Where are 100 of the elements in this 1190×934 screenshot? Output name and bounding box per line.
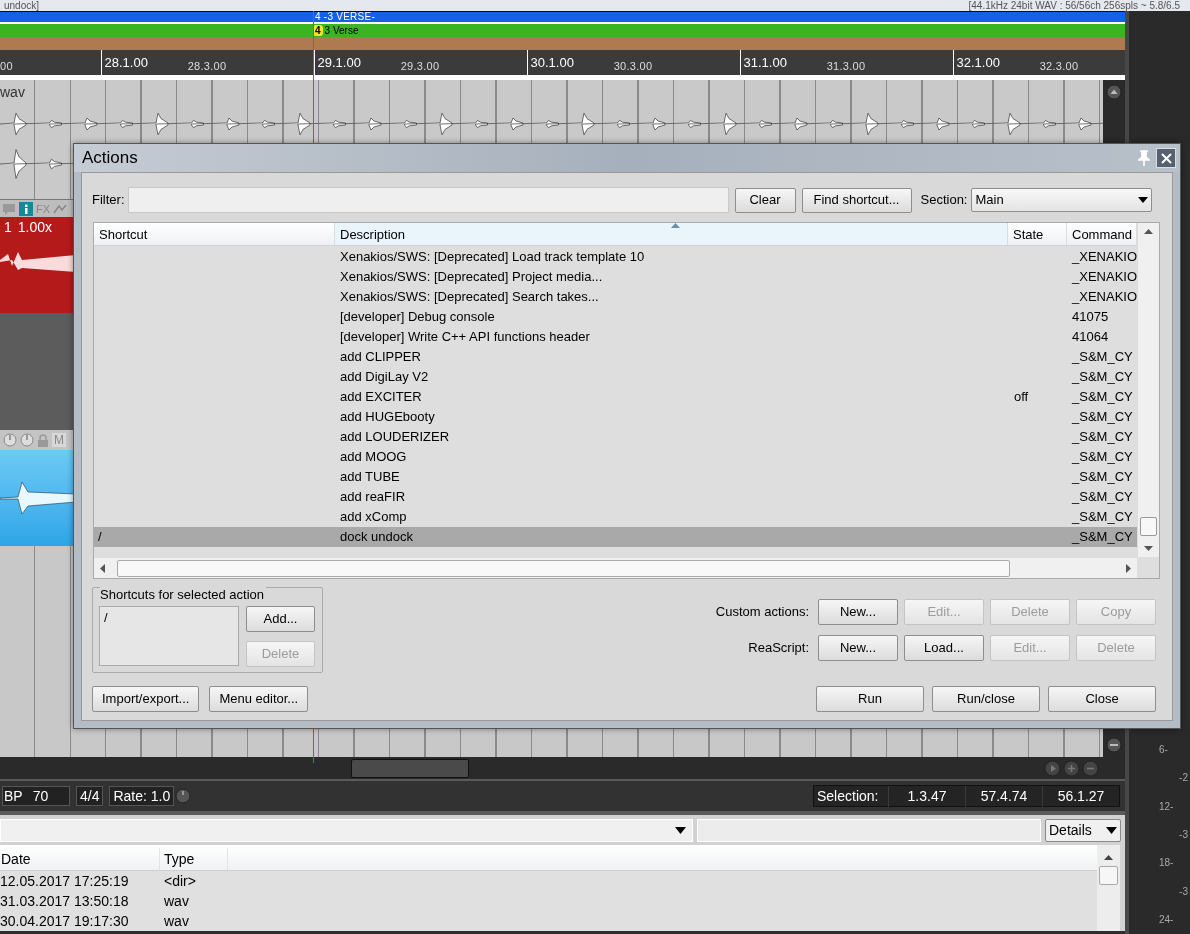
add-button[interactable]: Add... (246, 606, 315, 632)
table-cell: _S&M_CY (1072, 489, 1133, 505)
zoom-in-icon[interactable] (1063, 759, 1080, 777)
column-header[interactable]: Date (0, 848, 160, 870)
filter-field[interactable] (127, 187, 729, 213)
knob-icon[interactable] (20, 433, 34, 447)
close-button[interactable]: Close (1048, 686, 1156, 712)
table-cell: _S&M_CY (1072, 429, 1133, 445)
scroll-down-icon[interactable] (1144, 546, 1153, 551)
import-export-button[interactable]: Import/export... (92, 686, 200, 712)
scroll-thumb[interactable] (1099, 866, 1118, 885)
load-button[interactable]: Load... (904, 635, 984, 661)
table-cell: 41075 (1072, 309, 1109, 325)
section-dropdown[interactable]: Main (971, 188, 1153, 212)
scroll-up-icon[interactable] (1106, 84, 1122, 100)
table-cell: dock undock (340, 529, 413, 545)
table-cell: / (98, 529, 102, 545)
item-rate: 1.00x (17, 218, 53, 237)
ruler-label: 32.3.00 (1039, 59, 1079, 74)
vertical-scrollbar[interactable] (1097, 845, 1120, 931)
table-cell: add EXCITER (340, 389, 422, 405)
info-icon[interactable] (19, 201, 33, 216)
description-column-header[interactable]: Description (335, 223, 1008, 245)
rate-knob-icon[interactable] (175, 788, 192, 804)
window-title: undock] (4, 1, 40, 11)
table-cell: Xenakios/SWS: [Deprecated] Project media... (340, 269, 603, 285)
table-cell: _S&M_CY (1072, 449, 1133, 465)
item-number: 1 (4, 218, 12, 237)
pin-icon[interactable] (1138, 150, 1150, 166)
table-cell: add CLIPPER (340, 349, 421, 365)
table-cell: _XENAKIO (1072, 249, 1137, 265)
table-cell: add xComp (340, 509, 407, 525)
table-cell: _S&M_CY (1072, 409, 1133, 425)
lock-icon[interactable] (37, 433, 49, 447)
table-cell: add MOOG (340, 449, 407, 465)
menu-editor-button[interactable]: Menu editor... (209, 686, 309, 712)
ruler-label: 31.3.00 (826, 59, 866, 74)
caret-icon (1106, 826, 1117, 834)
ruler-label: 29.1.00 (317, 55, 361, 70)
horizontal-scrollbar[interactable] (0, 757, 1125, 779)
new-button[interactable]: New... (818, 635, 898, 661)
shortcut-item[interactable]: / (104, 608, 238, 628)
table-row[interactable]: / dock undock _S&M_CY (94, 527, 1137, 547)
close-icon (1160, 152, 1172, 164)
column-header[interactable]: Type (160, 848, 228, 870)
bpm-value: 70 (32, 786, 49, 806)
scroll-up-icon[interactable] (1104, 855, 1113, 860)
play-icon[interactable] (1044, 759, 1061, 777)
ruler-label: 30.1.00 (530, 55, 574, 70)
scroll-thumb[interactable] (1140, 517, 1157, 536)
table-cell-text: 30.04.2017 19:17:30 (0, 911, 130, 931)
meter-scale-label: 12- (1159, 800, 1175, 813)
table-cell: 41064 (1072, 329, 1109, 345)
zoom-out-icon[interactable] (1106, 737, 1122, 753)
meter-scale-label: -2 (1179, 772, 1188, 785)
table-cell: _S&M_CY (1072, 369, 1133, 385)
bpm-label: BP (4, 786, 23, 806)
search-field[interactable] (697, 818, 1041, 842)
bpm-field[interactable]: BP 70 (2, 786, 70, 806)
scroll-up-icon[interactable] (1144, 229, 1153, 234)
selection-label: Selection: (816, 786, 880, 806)
envelope-icon[interactable] (53, 202, 68, 215)
selection-time: 1.3.47 (888, 785, 965, 807)
clear-button[interactable]: Clear (734, 187, 796, 213)
section-value: Main (975, 191, 1004, 210)
rate-field[interactable]: Rate: 1.0 (109, 786, 175, 806)
caret-icon (675, 826, 686, 834)
table-cell-text: wav (163, 891, 190, 911)
vertical-scrollbar[interactable] (1137, 223, 1159, 557)
path-dropdown[interactable] (0, 818, 693, 842)
item-label: wav (0, 83, 26, 102)
scroll-thumb[interactable] (117, 559, 1010, 577)
run-close-button[interactable]: Run/close (932, 686, 1040, 712)
close-button[interactable] (1156, 148, 1176, 168)
section-label: Section: (920, 191, 968, 210)
table-cell-text: wav (163, 911, 190, 931)
find-shortcut-button[interactable]: Find shortcut... (801, 187, 912, 213)
table-cell-text: <dir> (163, 871, 197, 891)
time-signature-field[interactable]: 4/4 (76, 786, 104, 806)
scroll-thumb[interactable] (351, 758, 469, 778)
ruler-label: 29.3.00 (400, 59, 440, 74)
knob-icon[interactable] (3, 433, 17, 447)
run-button[interactable]: Run (816, 686, 924, 712)
view-dropdown[interactable]: Details (1045, 818, 1121, 842)
meter-scale-label: -3 (1179, 829, 1188, 841)
zoom-out-icon[interactable] (1082, 759, 1099, 777)
meter-scale-label: 18- (1159, 857, 1175, 870)
table-cell: Xenakios/SWS: [Deprecated] Load track template 10 (340, 249, 645, 265)
table-cell: _S&M_CY (1072, 349, 1133, 365)
table-cell: Xenakios/SWS: [Deprecated] Search takes... (340, 289, 599, 305)
caret-icon (1138, 197, 1149, 203)
horizontal-scrollbar[interactable] (94, 557, 1137, 578)
sort-arrow-icon (671, 223, 680, 228)
ruler-label: 00 (0, 59, 13, 74)
state-column-header[interactable]: State (1008, 223, 1067, 245)
table-cell: add reaFIR (340, 489, 406, 505)
scroll-left-icon[interactable] (100, 563, 105, 573)
shortcut-list[interactable]: / (99, 606, 239, 666)
table-cell-text: 12.05.2017 17:25:19 (0, 871, 130, 891)
new-button[interactable]: New... (818, 599, 898, 625)
